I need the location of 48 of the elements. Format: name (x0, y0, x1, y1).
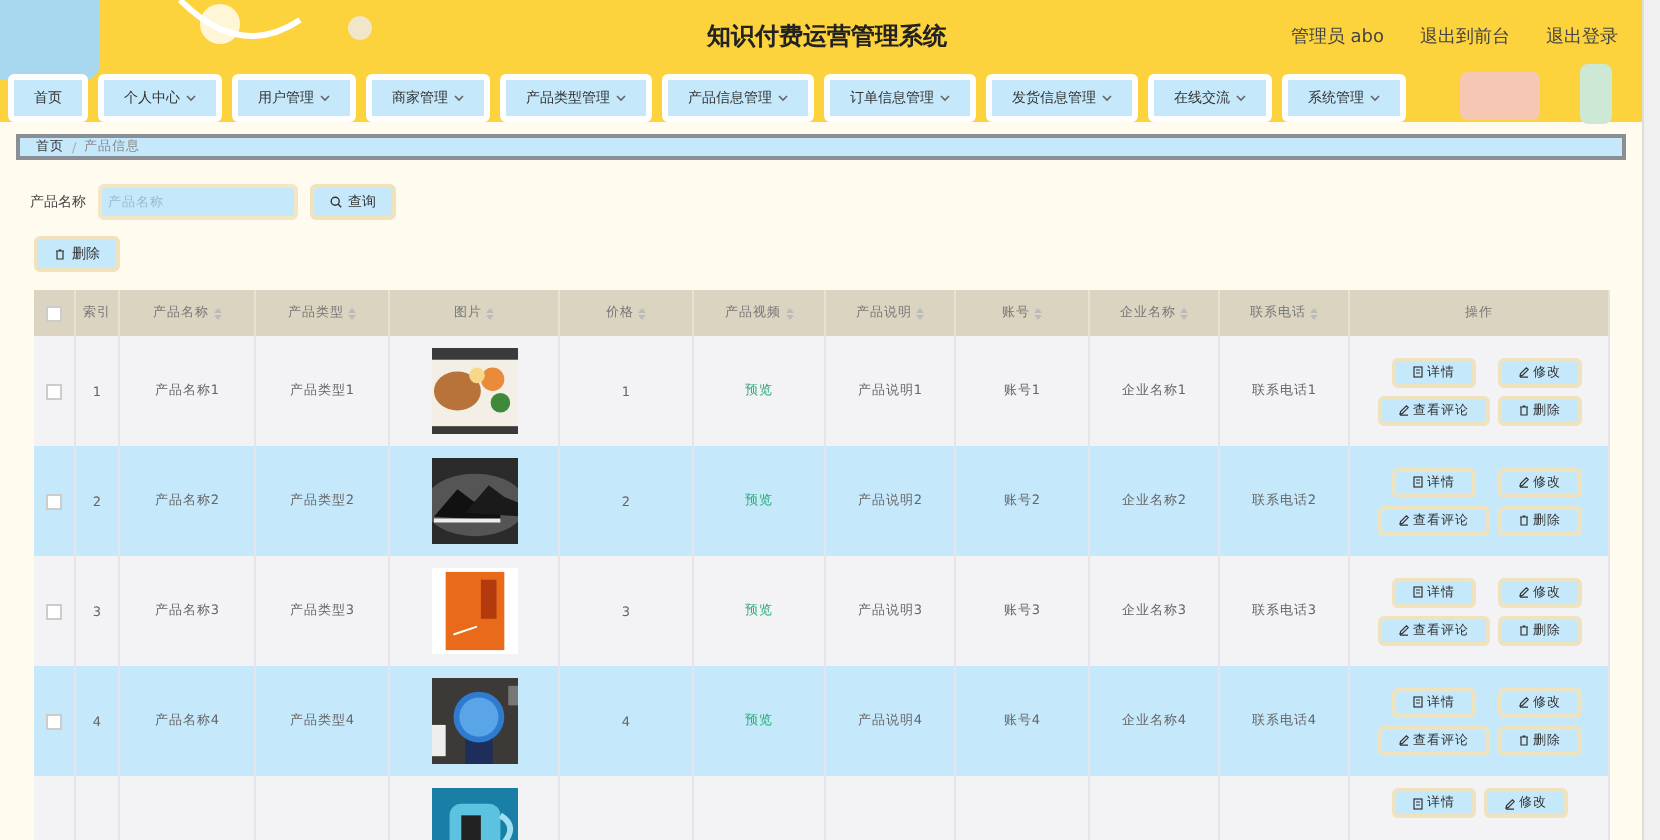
checkbox[interactable] (46, 383, 62, 399)
header-link[interactable]: 退出到前台 (1419, 24, 1510, 50)
search-icon (330, 196, 342, 208)
pen-icon (1517, 366, 1529, 378)
sort-icon[interactable] (638, 307, 646, 319)
pen-icon (1517, 476, 1529, 488)
sort-icon[interactable] (1034, 307, 1042, 319)
sort-icon[interactable] (785, 307, 793, 319)
caret-icon (1370, 94, 1380, 102)
sort-icon[interactable] (916, 307, 924, 319)
pen-icon (1517, 586, 1529, 598)
trash-icon (1517, 734, 1529, 746)
pen-icon (1517, 696, 1529, 708)
pen-icon (1397, 514, 1409, 526)
caret-icon (778, 94, 788, 102)
trash-icon (1517, 404, 1529, 416)
sort-icon[interactable] (486, 307, 494, 319)
document-icon (1411, 797, 1423, 809)
document-icon (1411, 696, 1423, 708)
app-title: 知识付费运营管理系统 (704, 20, 948, 54)
pen-icon (1397, 734, 1409, 746)
caret-icon (940, 94, 950, 102)
caret-icon (186, 94, 196, 102)
checkbox[interactable] (46, 713, 62, 729)
sort-icon[interactable] (1310, 307, 1318, 319)
scrollbar[interactable] (1642, 0, 1660, 840)
trash-icon (1517, 514, 1529, 526)
trash-icon (1517, 624, 1529, 636)
pen-icon (1397, 624, 1409, 636)
caret-icon (454, 94, 464, 102)
caret-icon (1102, 94, 1112, 102)
document-icon (1411, 586, 1423, 598)
caret-icon (616, 94, 626, 102)
trash-icon (54, 248, 66, 260)
document-icon (1411, 476, 1423, 488)
checkbox[interactable] (46, 603, 62, 619)
sort-icon[interactable] (348, 307, 356, 319)
checkbox[interactable] (46, 493, 62, 509)
pen-icon (1397, 404, 1409, 416)
sort-icon[interactable] (1180, 307, 1188, 319)
sort-icon[interactable] (213, 307, 221, 319)
caret-icon (1236, 94, 1246, 102)
header-link[interactable]: 退出登录 (1545, 24, 1618, 50)
pen-icon (1503, 797, 1515, 809)
caret-icon (320, 94, 330, 102)
user-label: 管理员 abo (1290, 25, 1384, 50)
document-icon (1411, 366, 1423, 378)
checkbox[interactable] (46, 305, 62, 321)
